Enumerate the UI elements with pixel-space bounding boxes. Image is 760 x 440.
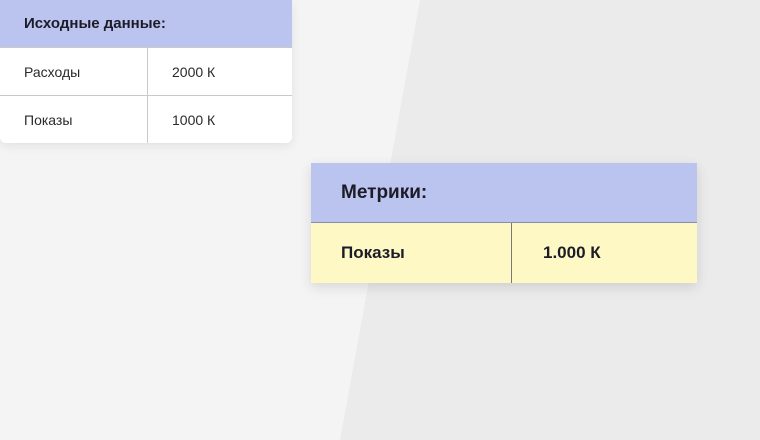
row-value-expenses: 2000 К [172,63,216,80]
table-row: Показы 1.000 К [311,223,697,283]
row-value-impressions: 1000 К [172,111,216,128]
metrics-title: Метрики: [311,163,697,223]
table-row: Расходы 2000 К [0,47,292,95]
row-label-expenses: Расходы [0,48,148,95]
source-data-table: Исходные данные: Расходы 2000 К Показы 1… [0,0,292,143]
metrics-table: Метрики: Показы 1.000 К [311,163,697,283]
metric-value-impressions: 1.000 К [543,243,601,262]
metric-label-impressions: Показы [311,223,512,283]
row-label-impressions: Показы [0,96,148,143]
source-data-title: Исходные данные: [0,0,292,47]
table-row: Показы 1000 К [0,95,292,143]
